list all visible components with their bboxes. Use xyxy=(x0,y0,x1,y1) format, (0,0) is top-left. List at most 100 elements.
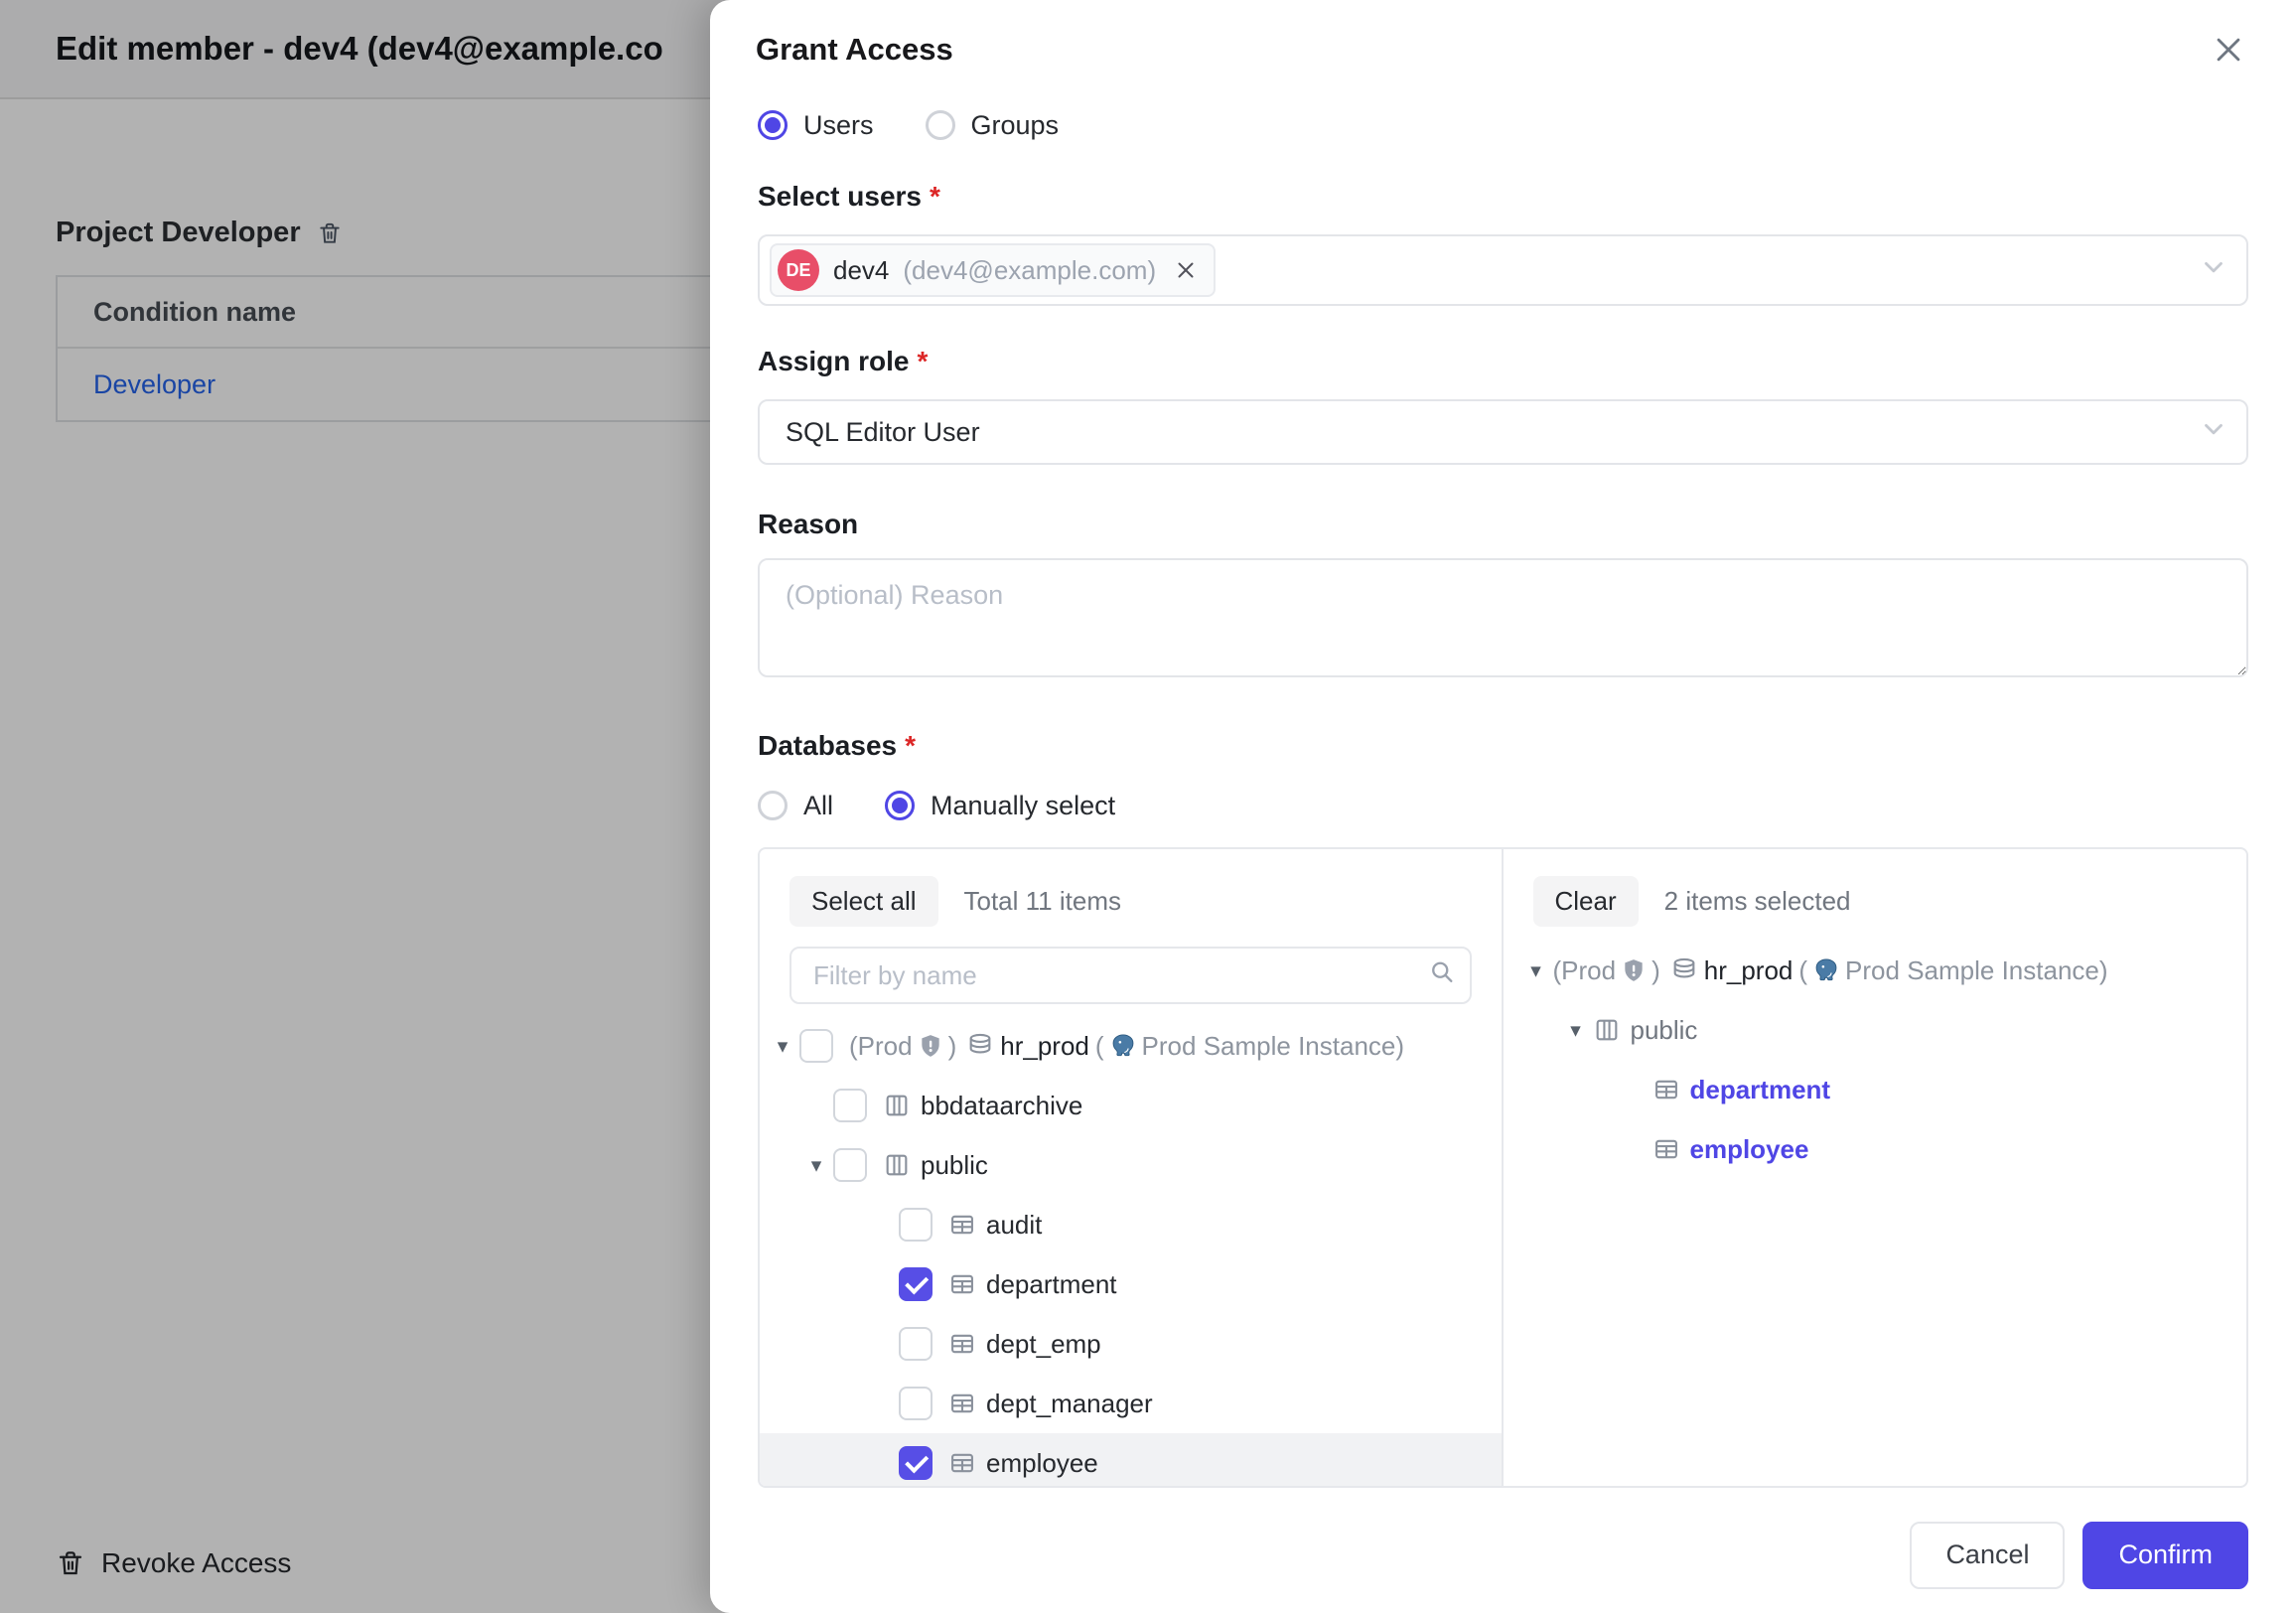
table-icon xyxy=(1652,1076,1680,1103)
close-button[interactable] xyxy=(2207,28,2250,72)
tree-row-table-employee[interactable]: employee xyxy=(1504,1119,2247,1179)
tree-row-database-hr_prod[interactable]: (Prod ) hr_prod ( Prod Sample Instance) xyxy=(1504,941,2247,1000)
checkbox-dept_manager[interactable] xyxy=(899,1387,933,1420)
chevron-down-icon xyxy=(2199,252,2228,289)
postgresql-icon xyxy=(1812,956,1840,984)
instance-badge: ( Prod Sample Instance) xyxy=(1095,1031,1404,1062)
close-icon xyxy=(2212,33,2245,67)
tree-row-database-hr_prod[interactable]: (Prod ) hr_prod ( Prod Sample Instance) xyxy=(760,1016,1502,1076)
table-icon xyxy=(948,1390,976,1417)
drawer-title: Grant Access xyxy=(756,32,953,68)
shield-exclamation-icon xyxy=(1621,957,1647,983)
source-tree: (Prod ) hr_prod ( Prod Sample Instance) xyxy=(760,1016,1502,1486)
radio-all-databases[interactable]: All xyxy=(758,791,833,821)
instance-badge: ( Prod Sample Instance) xyxy=(1798,955,2107,986)
selected-count-label: 2 items selected xyxy=(1664,886,1851,917)
caret-down-icon[interactable] xyxy=(766,1034,799,1059)
checkbox-department[interactable] xyxy=(899,1267,933,1301)
radio-groups[interactable]: Groups xyxy=(926,110,1060,141)
database-name: hr_prod xyxy=(1704,955,1794,986)
tree-row-schema-public[interactable]: public xyxy=(760,1135,1502,1195)
checkbox-hr_prod[interactable] xyxy=(799,1029,833,1063)
remove-user-button[interactable] xyxy=(1174,258,1198,282)
schema-name: public xyxy=(921,1150,988,1181)
table-icon xyxy=(948,1211,976,1239)
tree-row-table-dept_manager[interactable]: dept_manager xyxy=(760,1374,1502,1433)
table-icon xyxy=(1652,1135,1680,1163)
transfer-target-panel: Clear 2 items selected (Prod ) hr_prod xyxy=(1504,849,2247,1486)
user-chip: DE dev4 (dev4@example.com) xyxy=(770,243,1216,297)
checkbox-employee[interactable] xyxy=(899,1446,933,1480)
tree-row-table-employee[interactable]: employee xyxy=(760,1433,1502,1486)
checkbox-dept_emp[interactable] xyxy=(899,1327,933,1361)
radio-users-label: Users xyxy=(803,110,874,141)
radio-manual-control[interactable] xyxy=(885,791,915,820)
caret-down-icon[interactable] xyxy=(799,1153,833,1178)
user-chip-email: (dev4@example.com) xyxy=(903,255,1156,286)
clear-button[interactable]: Clear xyxy=(1533,876,1639,927)
filter-input[interactable] xyxy=(789,947,1472,1004)
radio-all-label: All xyxy=(803,791,833,821)
close-icon xyxy=(1174,258,1198,282)
selected-table-department[interactable]: department xyxy=(1690,1075,1831,1105)
assign-role-select[interactable]: SQL Editor User xyxy=(758,399,2248,465)
assign-role-label: Assign role * xyxy=(758,346,2248,377)
table-icon xyxy=(948,1270,976,1298)
table-name: dept_emp xyxy=(986,1329,1101,1360)
table-name: dept_manager xyxy=(986,1389,1153,1419)
radio-manually-select[interactable]: Manually select xyxy=(885,791,1115,821)
caret-down-icon[interactable] xyxy=(1559,1018,1593,1043)
avatar: DE xyxy=(778,249,819,291)
tree-row-table-department[interactable]: department xyxy=(760,1254,1502,1314)
required-asterisk: * xyxy=(905,730,916,762)
target-tree: (Prod ) hr_prod ( Prod Sample Instance) xyxy=(1504,941,2247,1179)
assign-role-value: SQL Editor User xyxy=(786,417,980,448)
database-transfer: Select all Total 11 items (Prod xyxy=(758,847,2248,1488)
scope-radio-group: Users Groups xyxy=(758,107,2248,143)
drawer-footer: Cancel Confirm xyxy=(710,1497,2296,1613)
database-icon xyxy=(966,1032,994,1060)
shield-exclamation-icon xyxy=(918,1033,943,1059)
drawer-header: Grant Access xyxy=(710,0,2296,99)
user-chip-name: dev4 xyxy=(833,255,889,286)
selected-table-employee[interactable]: employee xyxy=(1690,1134,1809,1165)
chevron-down-icon xyxy=(2199,414,2228,451)
radio-groups-control[interactable] xyxy=(926,110,955,140)
radio-users-control[interactable] xyxy=(758,110,788,140)
caret-down-icon[interactable] xyxy=(1519,958,1553,983)
tree-row-table-audit[interactable]: audit xyxy=(760,1195,1502,1254)
radio-users[interactable]: Users xyxy=(758,110,874,141)
schema-name: bbdataarchive xyxy=(921,1091,1082,1121)
schema-name: public xyxy=(1631,1015,1698,1046)
source-panel-header: Select all Total 11 items xyxy=(789,873,1472,929)
search-icon xyxy=(1428,958,1456,993)
checkbox-bbdataarchive[interactable] xyxy=(833,1089,867,1122)
reason-textarea[interactable] xyxy=(758,558,2248,677)
cancel-button[interactable]: Cancel xyxy=(1910,1522,2065,1589)
tree-row-schema-public[interactable]: public xyxy=(1504,1000,2247,1060)
radio-all-control[interactable] xyxy=(758,791,788,820)
schema-icon xyxy=(883,1092,911,1119)
required-asterisk: * xyxy=(917,346,928,377)
tree-row-table-department[interactable]: department xyxy=(1504,1060,2247,1119)
select-all-button[interactable]: Select all xyxy=(789,876,938,927)
environment-badge: (Prod ) xyxy=(849,1031,956,1062)
drawer-body: Users Groups Select users * DE dev4 (dev… xyxy=(710,99,2296,1497)
checkbox-audit[interactable] xyxy=(899,1208,933,1242)
table-icon xyxy=(948,1449,976,1477)
checkbox-public[interactable] xyxy=(833,1148,867,1182)
environment-badge: (Prod ) xyxy=(1553,955,1660,986)
total-items-label: Total 11 items xyxy=(964,886,1121,917)
table-name: employee xyxy=(986,1448,1098,1479)
database-name: hr_prod xyxy=(1000,1031,1089,1062)
tree-row-schema-bbdataarchive[interactable]: bbdataarchive xyxy=(760,1076,1502,1135)
tree-row-table-dept_emp[interactable]: dept_emp xyxy=(760,1314,1502,1374)
select-users-input[interactable]: DE dev4 (dev4@example.com) xyxy=(758,234,2248,306)
table-icon xyxy=(948,1330,976,1358)
postgresql-icon xyxy=(1109,1032,1137,1060)
confirm-button[interactable]: Confirm xyxy=(2082,1522,2248,1589)
radio-manual-label: Manually select xyxy=(931,791,1115,821)
radio-groups-label: Groups xyxy=(971,110,1060,141)
select-users-label: Select users * xyxy=(758,181,2248,213)
required-asterisk: * xyxy=(930,181,940,213)
